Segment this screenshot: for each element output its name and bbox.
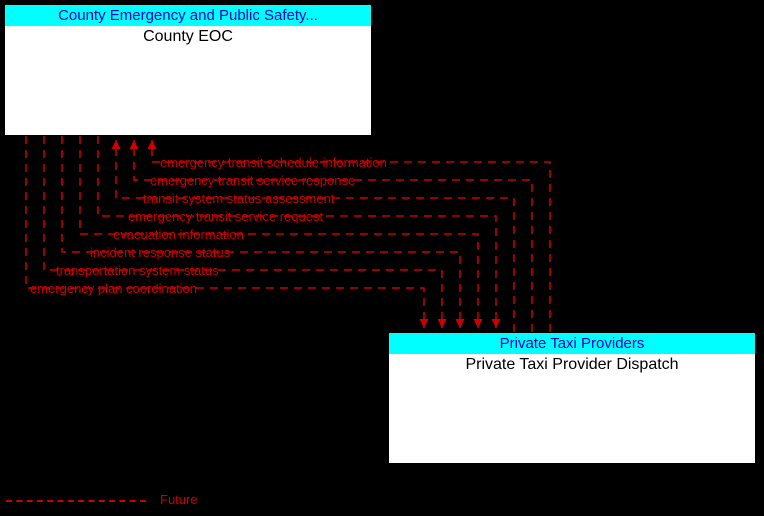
flow-label-3: emergency transit service request: [128, 209, 323, 224]
flow-label-0: emergency transit schedule information: [160, 155, 387, 170]
flow-label-4: evacuation information: [113, 227, 244, 242]
node-private-taxi-header: Private Taxi Providers: [389, 333, 755, 354]
node-county-eoc[interactable]: County Emergency and Public Safety... Co…: [4, 4, 372, 136]
node-county-eoc-title: County EOC: [5, 26, 371, 48]
flow-label-1: emergency transit service response: [150, 173, 355, 188]
flow-label-2: transit system status assessment: [143, 191, 334, 206]
legend-future-line: [6, 500, 146, 502]
flow-label-7: emergency plan coordination: [30, 281, 197, 296]
node-private-taxi[interactable]: Private Taxi Providers Private Taxi Prov…: [388, 332, 756, 464]
flow-label-6: transportation system status: [56, 263, 219, 278]
node-county-eoc-header: County Emergency and Public Safety...: [5, 5, 371, 26]
legend-future-label: Future: [160, 492, 198, 507]
node-private-taxi-title: Private Taxi Provider Dispatch: [389, 354, 755, 376]
flow-label-5: incident response status: [90, 245, 230, 260]
